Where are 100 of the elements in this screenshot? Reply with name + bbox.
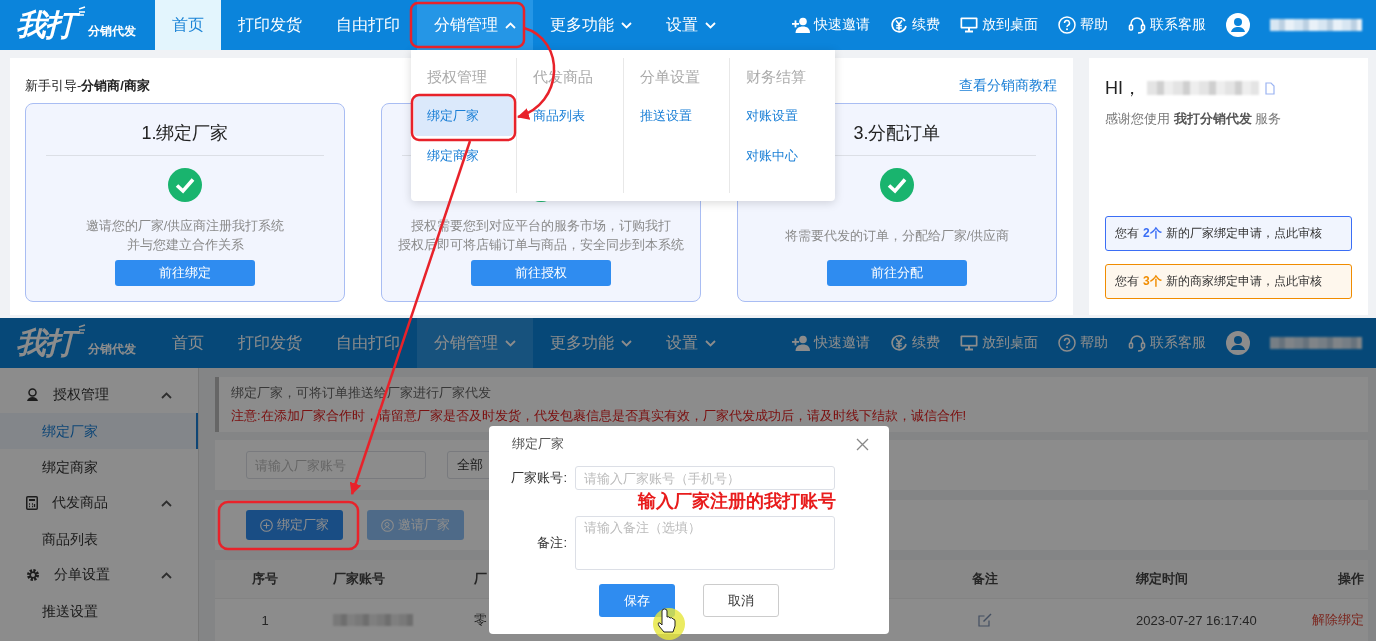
calculator-icon [26, 496, 38, 510]
column-header: 操作 [1338, 570, 1364, 588]
menu-item[interactable]: 对账设置 [732, 96, 832, 136]
logo-text: 我打 [14, 6, 80, 44]
tutorial-link[interactable]: 查看分销商教程 [959, 77, 1057, 95]
customer-service-button[interactable]: 联系客服 [1128, 16, 1206, 34]
customer-service-button[interactable]: 联系客服 [1128, 334, 1206, 352]
avatar-icon[interactable] [1226, 331, 1250, 355]
caret-icon [161, 391, 172, 399]
person-plus-icon [792, 17, 810, 33]
sidebar-item[interactable]: 商品列表 [0, 521, 198, 557]
caret-icon [621, 339, 632, 347]
nav-tab[interactable]: 打印发货 [221, 0, 319, 50]
help-icon [1058, 16, 1076, 34]
invite-circle-icon [381, 518, 394, 532]
logo-subtitle: 分销代发 [88, 23, 136, 40]
remark-field[interactable]: 请输入备注（选填） [575, 516, 835, 570]
menu-item[interactable]: 绑定厂家 [414, 96, 514, 136]
check-circle-icon [880, 168, 914, 202]
step-description: 邀请您的厂家/供应商注册我打系统 [85, 217, 285, 235]
logo-subtitle: 分销代发 [88, 341, 136, 358]
menu-item[interactable]: 对账中心 [732, 136, 832, 176]
notice-text: 新的厂家绑定申请，点此审核 [1165, 225, 1322, 242]
renew-button[interactable]: 续费 [890, 334, 940, 352]
notice-count: 3个 [1143, 273, 1162, 290]
column-header: 绑定时间 [1136, 570, 1188, 588]
caret-icon [621, 21, 632, 29]
caret-icon [705, 339, 716, 347]
nav-tab[interactable]: 打印发货 [221, 318, 319, 368]
notice-text: 新的商家绑定申请，点此审核 [1165, 273, 1322, 290]
headset-icon [1128, 334, 1146, 352]
close-icon[interactable] [856, 437, 869, 451]
copy-icon[interactable] [1265, 81, 1275, 95]
monitor-icon [960, 335, 978, 351]
nav-tab[interactable]: 设置 [649, 318, 733, 368]
invite-button[interactable]: 快速邀请 [792, 16, 870, 34]
notice-banner[interactable]: 您有 2个 新的厂家绑定申请，点此审核 [1105, 216, 1352, 251]
nav-tab[interactable]: 首页 [155, 0, 221, 50]
step-title: 3.分配订单 [853, 122, 941, 145]
notice-banner[interactable]: 您有 3个 新的商家绑定申请，点此审核 [1105, 264, 1352, 299]
logo-text: 我打 [14, 324, 80, 362]
save-button[interactable]: 保存 [599, 584, 675, 617]
column-header: 序号 [252, 570, 278, 588]
menu-heading: 分单设置 [638, 67, 701, 87]
cancel-button[interactable]: 取消 [703, 584, 779, 617]
sidebar-group[interactable]: 分单设置 [0, 557, 198, 593]
nav-tab[interactable]: 自由打印 [319, 318, 417, 368]
nav-tab[interactable]: 更多功能 [533, 318, 649, 368]
desktop-shortcut-button[interactable]: 放到桌面 [960, 16, 1038, 34]
sidebar-group[interactable]: 授权管理 [0, 377, 198, 413]
menu-heading: 授权管理 [426, 67, 488, 87]
settings-icon [26, 568, 40, 582]
step-button[interactable]: 前往分配 [827, 260, 967, 286]
headset-icon [1128, 16, 1146, 34]
help-button[interactable]: 帮助 [1058, 16, 1108, 34]
guide-title: 新手引导-分销商/商家 [25, 77, 150, 95]
desktop-shortcut-button[interactable]: 放到桌面 [960, 334, 1038, 352]
spark-icon [78, 324, 86, 334]
notice-text: 您有 [1115, 273, 1139, 290]
yen-circle-icon [890, 16, 908, 34]
notice-count: 2个 [1143, 225, 1162, 242]
nav-tab[interactable]: 更多功能 [533, 0, 649, 50]
avatar-icon[interactable] [1226, 13, 1250, 37]
yen-circle-icon [890, 334, 908, 352]
step-title: 1.绑定厂家 [141, 122, 229, 145]
step-button[interactable]: 前往授权 [471, 260, 611, 286]
field-label: 备注: [536, 534, 568, 552]
sidebar-item[interactable]: 推送设置 [0, 593, 198, 629]
renew-button[interactable]: 续费 [890, 16, 940, 34]
unbind-link[interactable]: 解除绑定 [1312, 612, 1364, 627]
plus-circle-icon [260, 518, 273, 532]
sidebar-item[interactable]: 绑定商家 [0, 449, 198, 485]
account-field[interactable]: 请输入厂家账号（手机号） [575, 466, 835, 490]
check-circle-icon [168, 168, 202, 202]
nav-tab[interactable]: 分销管理 [417, 318, 533, 368]
bind-button[interactable]: 绑定厂家 [246, 510, 343, 540]
step-button[interactable]: 前往绑定 [115, 260, 255, 286]
edit-icon[interactable] [978, 613, 992, 627]
nav-tab[interactable]: 分销管理 [417, 0, 533, 50]
notice-text: 您有 [1115, 225, 1139, 242]
annotation-text: 输入厂家注册的我打账号 [638, 490, 837, 512]
nav-tab[interactable]: 设置 [649, 0, 733, 50]
spark-icon [78, 6, 86, 16]
sidebar-group[interactable]: 代发商品 [0, 485, 198, 521]
help-button[interactable]: 帮助 [1058, 334, 1108, 352]
field-label: 厂家账号: [510, 469, 568, 487]
menu-item[interactable]: 商品列表 [520, 96, 620, 136]
nav-tab[interactable]: 首页 [155, 318, 221, 368]
column-header: 厂家账号 [333, 570, 385, 588]
invite-button[interactable]: 快速邀请 [792, 334, 870, 352]
caret-icon [161, 499, 172, 507]
monitor-icon [960, 17, 978, 33]
table-cell: 1 [261, 612, 269, 628]
sidebar-item[interactable]: 绑定厂家 [0, 413, 198, 449]
nav-tab[interactable]: 自由打印 [319, 0, 417, 50]
menu-item[interactable]: 推送设置 [626, 96, 726, 136]
person-badge-icon [26, 388, 39, 402]
person-plus-icon [792, 335, 810, 351]
column-header: 厂 [474, 570, 487, 588]
caret-icon [161, 571, 172, 579]
